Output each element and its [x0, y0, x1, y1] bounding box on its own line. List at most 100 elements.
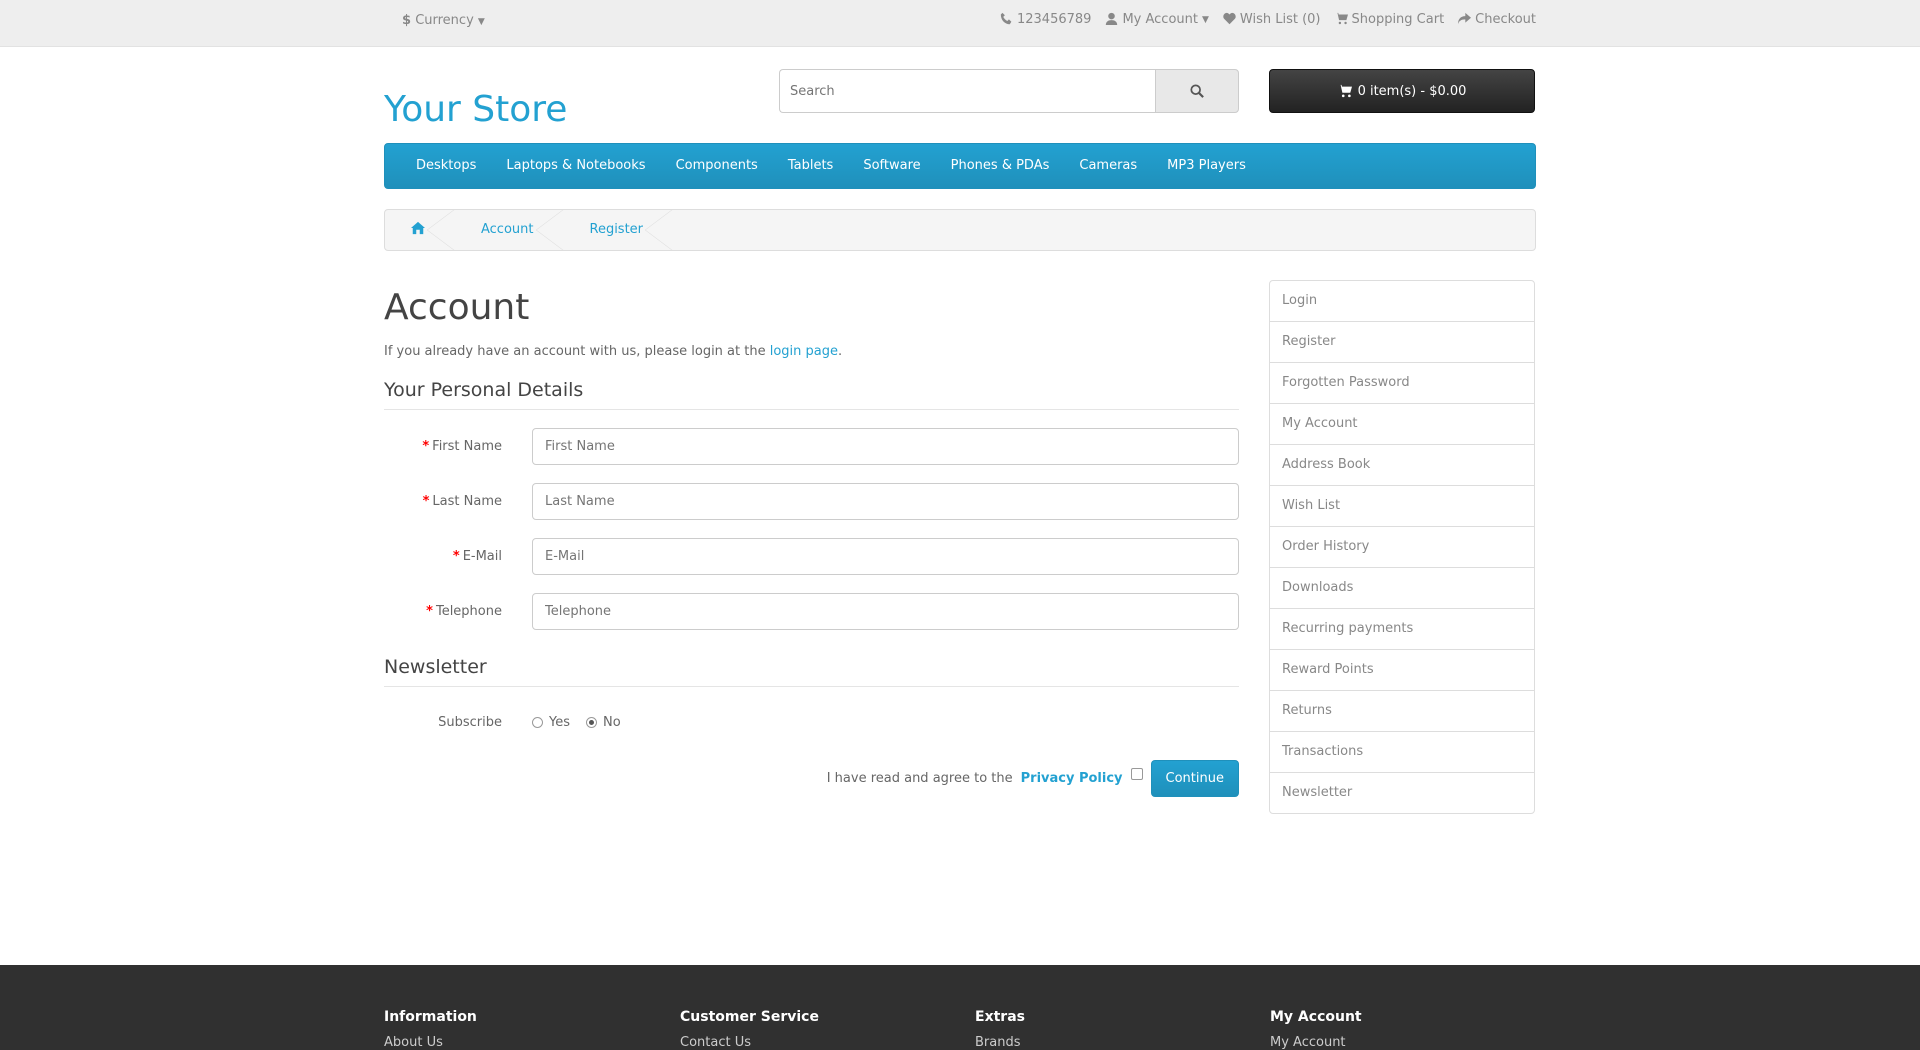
cart-button[interactable]: 0 item(s) - $0.00 — [1269, 69, 1535, 113]
required-marker: * — [426, 604, 433, 619]
checkout-link[interactable]: Checkout — [1458, 12, 1536, 27]
phone-number: 123456789 — [1016, 12, 1092, 27]
subscribe-yes-radio[interactable]: Yes — [532, 715, 570, 730]
search-bar — [779, 69, 1239, 113]
shopping-cart-link[interactable]: Shopping Cart — [1334, 12, 1445, 27]
category-menu: Desktops Laptops & Notebooks Components … — [384, 143, 1536, 189]
menu-item-components[interactable]: Components — [661, 144, 773, 188]
email-input[interactable] — [532, 538, 1239, 575]
wishlist-link[interactable]: Wish List (0) — [1223, 12, 1321, 27]
shopping-cart-label: Shopping Cart — [1351, 12, 1445, 27]
menu-item-cameras[interactable]: Cameras — [1064, 144, 1152, 188]
agree-checkbox[interactable] — [1130, 767, 1143, 780]
caret-down-icon: ▼ — [1201, 14, 1209, 25]
breadcrumb-register[interactable]: Register — [564, 209, 674, 251]
home-icon — [411, 221, 425, 235]
telephone-input[interactable] — [532, 593, 1239, 630]
search-icon — [1190, 84, 1204, 98]
footer-link[interactable]: Brands — [975, 1035, 1255, 1050]
section-personal-details: Your Personal Details — [384, 379, 1239, 410]
subscribe-no-label: No — [603, 715, 621, 730]
intro-prefix: If you already have an account with us, … — [384, 344, 766, 359]
footer-column-extras: Extras Brands — [975, 1009, 1255, 1050]
telephone-row: * Telephone — [384, 593, 1239, 630]
sidebar-item-order-history[interactable]: Order History — [1270, 527, 1534, 568]
email-label: * E-Mail — [452, 549, 502, 564]
continue-button[interactable]: Continue — [1150, 760, 1239, 797]
sidebar-item-my-account[interactable]: My Account — [1270, 404, 1534, 445]
sidebar-item-forgotten-password[interactable]: Forgotten Password — [1270, 363, 1534, 404]
phone-icon — [1000, 12, 1013, 27]
required-marker: * — [422, 494, 430, 509]
breadcrumb: Account Register — [384, 209, 1536, 251]
menu-item-tablets[interactable]: Tablets — [773, 144, 849, 188]
first-name-label: * First Name — [422, 439, 502, 454]
sidebar-item-reward-points[interactable]: Reward Points — [1270, 650, 1534, 691]
footer-link[interactable]: Contact Us — [680, 1035, 960, 1050]
user-icon — [1105, 12, 1118, 27]
account-sidebar: Login Register Forgotten Password My Acc… — [1269, 280, 1535, 814]
radio-circle-selected — [586, 717, 597, 728]
menu-item-desktops[interactable]: Desktops — [401, 144, 491, 188]
email-row: * E-Mail — [384, 538, 1239, 575]
subscribe-label: Subscribe — [438, 715, 502, 730]
caret-down-icon: ▼ — [477, 17, 485, 27]
last-name-label: * Last Name — [422, 494, 502, 509]
menu-item-phones[interactable]: Phones & PDAs — [936, 144, 1065, 188]
required-marker: * — [452, 549, 460, 564]
agree-text: I have read and agree to the — [826, 771, 1013, 786]
footer-link[interactable]: About Us — [384, 1035, 664, 1050]
my-account-dropdown[interactable]: My Account ▼ — [1105, 12, 1209, 27]
sidebar-item-recurring-payments[interactable]: Recurring payments — [1270, 609, 1534, 650]
sidebar-item-login[interactable]: Login — [1270, 281, 1534, 322]
breadcrumb-account[interactable]: Account — [455, 209, 564, 251]
subscribe-row: Subscribe Yes No — [384, 715, 1239, 730]
search-button[interactable] — [1155, 69, 1239, 113]
sidebar-item-register[interactable]: Register — [1270, 322, 1534, 363]
my-account-label: My Account — [1122, 12, 1198, 27]
section-newsletter: Newsletter — [384, 656, 1239, 687]
agree-row: I have read and agree to the Privacy Pol… — [384, 760, 1239, 797]
currency-symbol: $ — [402, 13, 412, 28]
wishlist-label: Wish List (0) — [1239, 12, 1321, 27]
breadcrumb-home[interactable] — [385, 209, 455, 251]
sidebar-item-wish-list[interactable]: Wish List — [1270, 486, 1534, 527]
menu-item-mp3[interactable]: MP3 Players — [1152, 144, 1261, 188]
menu-item-laptops[interactable]: Laptops & Notebooks — [491, 144, 660, 188]
search-input[interactable] — [779, 69, 1155, 113]
footer: Information About Us Customer Service Co… — [0, 965, 1920, 1050]
intro-end: . — [838, 344, 843, 359]
menu-item-software[interactable]: Software — [848, 144, 935, 188]
sidebar-item-transactions[interactable]: Transactions — [1270, 732, 1534, 773]
cart-summary: 0 item(s) - $0.00 — [1357, 83, 1467, 99]
last-name-input[interactable] — [532, 483, 1239, 520]
currency-dropdown[interactable]: $ Currency ▼ — [402, 13, 485, 28]
privacy-policy-link[interactable]: Privacy Policy — [1021, 771, 1123, 786]
sidebar-item-downloads[interactable]: Downloads — [1270, 568, 1534, 609]
store-logo[interactable]: Your Store — [384, 89, 567, 130]
cart-icon — [1337, 84, 1352, 98]
radio-circle — [532, 717, 543, 728]
login-page-link[interactable]: login page — [770, 344, 838, 359]
top-bar: $ Currency ▼ 123456789 My Account ▼ Wish… — [0, 0, 1920, 47]
first-name-row: * First Name — [384, 428, 1239, 465]
subscribe-yes-label: Yes — [549, 715, 570, 730]
sidebar-item-address-book[interactable]: Address Book — [1270, 445, 1534, 486]
phone-link[interactable]: 123456789 — [1000, 12, 1091, 27]
subscribe-no-radio[interactable]: No — [586, 715, 621, 730]
currency-label: Currency — [415, 13, 474, 28]
first-name-input[interactable] — [532, 428, 1239, 465]
cart-icon — [1334, 12, 1348, 27]
required-marker: * — [422, 439, 430, 454]
footer-heading: My Account — [1270, 1009, 1362, 1025]
footer-column-my-account: My Account My Account — [1270, 1009, 1550, 1050]
sidebar-item-returns[interactable]: Returns — [1270, 691, 1534, 732]
page-title: Account — [384, 287, 530, 328]
sidebar-item-newsletter[interactable]: Newsletter — [1270, 773, 1534, 813]
checkout-label: Checkout — [1475, 12, 1536, 27]
footer-link[interactable]: My Account — [1270, 1035, 1550, 1050]
top-links: 123456789 My Account ▼ Wish List (0) Sho… — [1000, 12, 1536, 27]
share-icon — [1458, 12, 1472, 27]
telephone-label: * Telephone — [426, 604, 502, 619]
footer-heading: Information — [384, 1009, 477, 1025]
